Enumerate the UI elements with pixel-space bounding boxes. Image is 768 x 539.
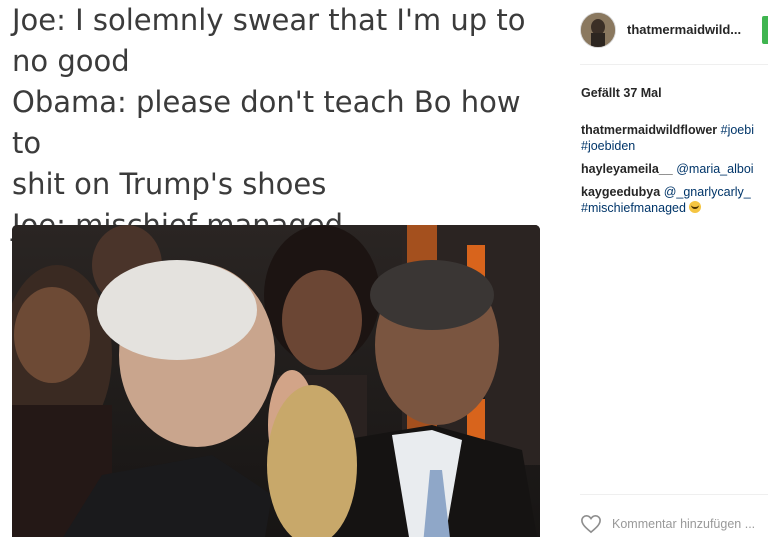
comment-footer — [580, 512, 768, 536]
follow-button[interactable] — [762, 16, 768, 44]
comment-username[interactable]: hayleyameila__ — [581, 162, 673, 176]
comment-item: hayleyameila__ @maria_alboi — [581, 161, 768, 177]
caption-line: shit on Trump's shoes — [12, 167, 327, 201]
hashtag-link[interactable]: #mischiefmanaged — [581, 201, 686, 215]
mention-link[interactable]: @maria_alboi — [676, 162, 753, 176]
caption-line: Joe: I solemnly swear that I'm up to — [12, 3, 526, 37]
caption-line: no good — [12, 44, 130, 78]
post-header: thatmermaidwild... — [580, 10, 768, 50]
comment-item: thatmermaidwildflower #joebi #joebiden — [581, 122, 768, 154]
likes-count[interactable]: Gefällt 37 Mal — [581, 86, 662, 100]
hashtag-link[interactable]: #joebiden — [581, 139, 635, 153]
hashtag-link[interactable]: #joebi — [721, 123, 754, 137]
comment-username[interactable]: thatmermaidwildflower — [581, 123, 717, 137]
comment-item: kaygeedubya @_gnarlycarly_ #mischiefmana… — [581, 184, 768, 216]
username-link[interactable]: thatmermaidwild... — [627, 22, 741, 37]
heart-icon[interactable] — [580, 514, 602, 539]
photo-illustration — [12, 225, 540, 537]
comment-username[interactable]: kaygeedubya — [581, 185, 660, 199]
caption-line: Obama: please don't teach Bo how to — [12, 85, 521, 160]
comment-list: thatmermaidwildflower #joebi #joebiden h… — [581, 122, 768, 223]
grinning-face-icon — [689, 201, 702, 213]
mention-link[interactable]: @_gnarlycarly_ — [664, 185, 751, 199]
avatar-image — [581, 13, 615, 47]
divider — [580, 64, 768, 65]
meme-caption: Joe: I solemnly swear that I'm up to no … — [12, 0, 552, 246]
divider — [580, 494, 768, 495]
add-comment-input[interactable] — [612, 512, 768, 536]
post-photo[interactable] — [12, 225, 540, 537]
post-sidebar: thatmermaidwild... Gefällt 37 Mal thatme… — [560, 0, 768, 537]
avatar[interactable] — [580, 12, 616, 48]
post-media: Joe: I solemnly swear that I'm up to no … — [0, 0, 560, 537]
